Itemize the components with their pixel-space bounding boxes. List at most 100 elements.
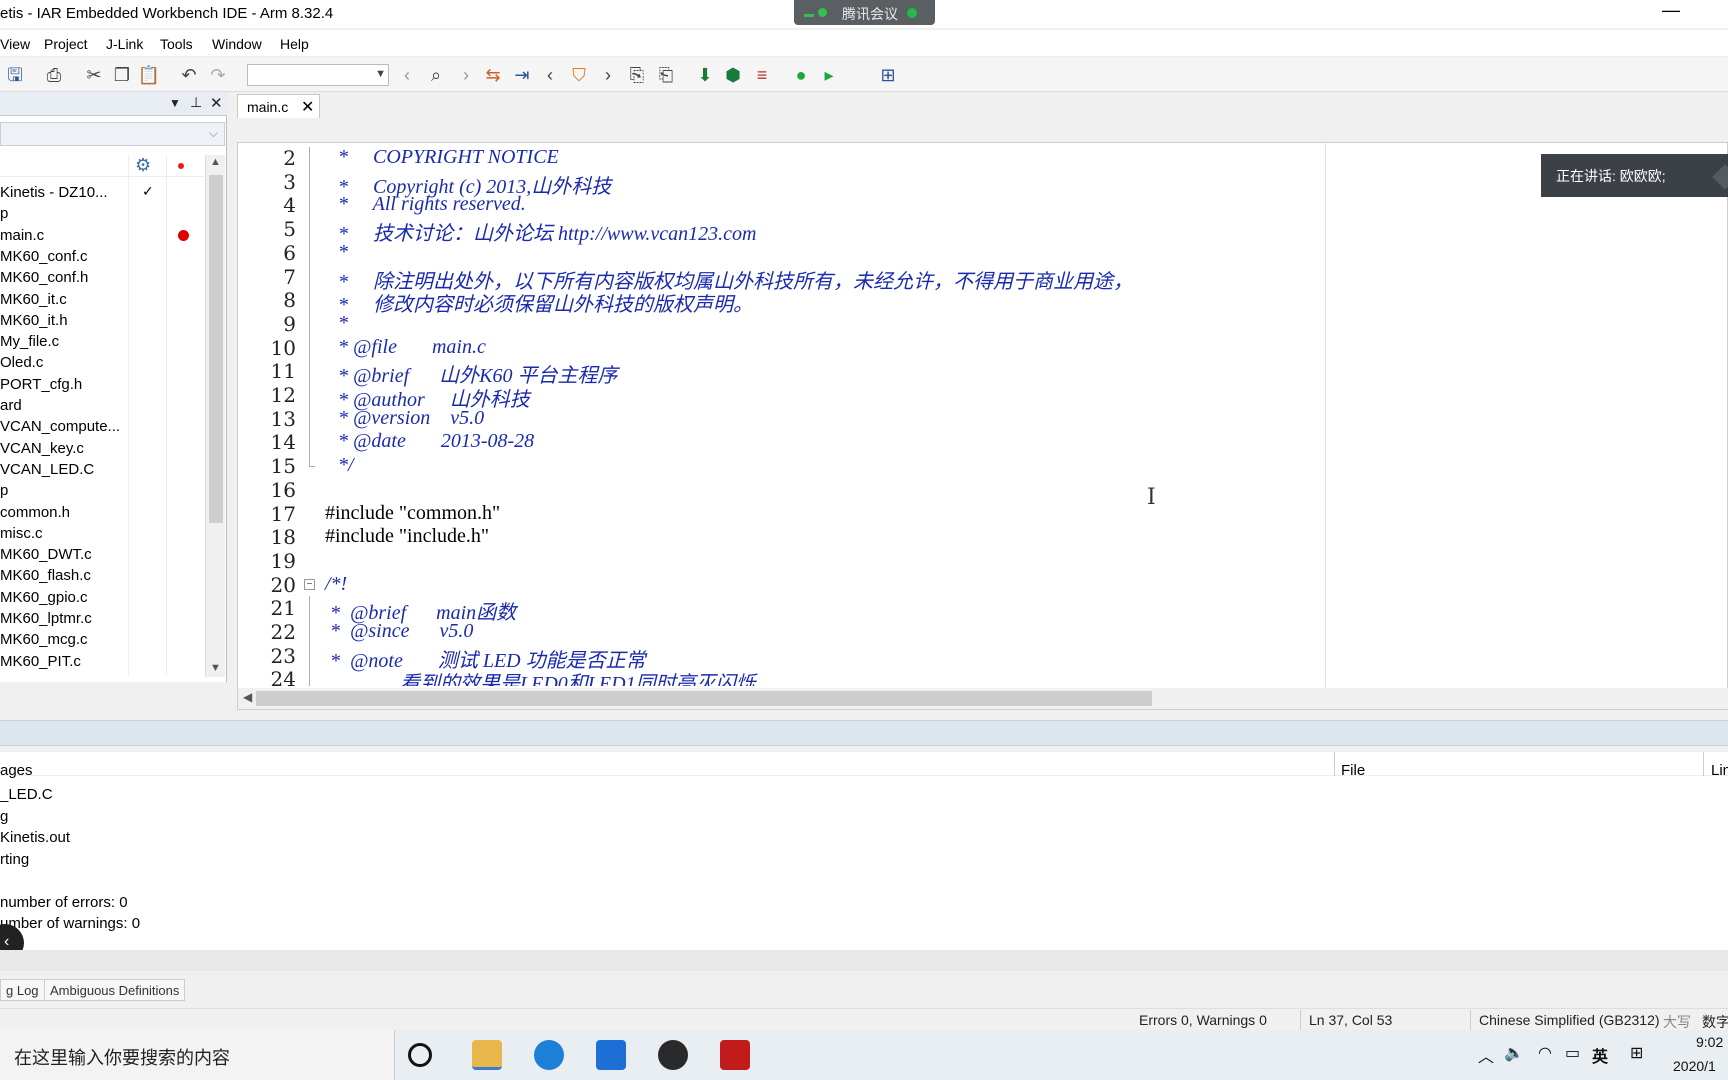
bottom-tabstrip	[0, 978, 1728, 1004]
find-icon[interactable]: ⌕	[424, 63, 448, 87]
tab-build-log[interactable]: g Log	[0, 979, 45, 1001]
configuration-select[interactable]: ⌵	[0, 122, 225, 146]
status-dot-icon	[818, 8, 827, 17]
message-row[interactable]: number of errors: 0	[0, 894, 128, 911]
layout-icon[interactable]: ⊞	[876, 63, 900, 87]
clock-date[interactable]: 2020/1	[1673, 1058, 1716, 1074]
messages-scrollbar[interactable]	[0, 950, 1728, 971]
code-line: * @file main.c	[338, 335, 486, 358]
panel-menu-icon[interactable]: ▼	[169, 96, 181, 110]
menu-project[interactable]: Project	[44, 36, 88, 52]
menu-jlink[interactable]: J-Link	[106, 36, 143, 52]
line-column-header[interactable]: Lin	[1711, 762, 1728, 779]
battery-icon[interactable]: ▭	[1565, 1043, 1580, 1063]
print-icon[interactable]: ⎙	[42, 63, 66, 87]
workspace-header: ▼ ⊥ ✕	[0, 92, 227, 116]
status-errors: Errors 0, Warnings 0	[1139, 1012, 1267, 1028]
speaking-label: 正在讲话: 欧欧欧;	[1556, 168, 1666, 184]
message-row[interactable]: Kinetis.out	[0, 829, 70, 846]
ime-mode-icon[interactable]: ⊞	[1630, 1043, 1643, 1063]
menu-help[interactable]: Help	[280, 36, 309, 52]
editor-horizontal-scrollbar[interactable]: ◀	[238, 688, 1728, 709]
tray-chevron-icon[interactable]: ︿	[1478, 1043, 1494, 1067]
message-row[interactable]: _LED.C	[0, 786, 53, 803]
code-line: * 修改内容时必须保留山外科技的版权声明。	[338, 294, 753, 317]
tab-main-c[interactable]: main.c ✕	[237, 94, 320, 118]
undo-icon[interactable]: ↶	[177, 63, 201, 87]
find-combo[interactable]: ▼	[247, 64, 389, 86]
message-row[interactable]: g	[0, 808, 8, 825]
breakpoint-list-icon[interactable]: ≡	[750, 63, 774, 87]
messages-header: ages File Lin	[0, 752, 1728, 779]
file-explorer-icon[interactable]	[472, 1040, 502, 1070]
menu-tools[interactable]: Tools	[160, 36, 193, 52]
paste-icon[interactable]: 📋	[137, 63, 161, 87]
cut-icon[interactable]: ✂	[82, 63, 106, 87]
iar-app-icon[interactable]	[658, 1040, 688, 1070]
tab-label: main.c	[247, 99, 289, 115]
meeting-label: 腾讯会议	[842, 6, 898, 22]
redo-icon[interactable]: ↷	[206, 63, 230, 87]
bookmark-icon[interactable]: ⛉	[567, 63, 591, 87]
clock-time[interactable]: 9:02	[1696, 1034, 1723, 1050]
code-line: * @since v5.0	[325, 620, 474, 642]
make-icon[interactable]: ⎗	[654, 63, 678, 87]
debug-download-icon[interactable]: ⬢	[721, 63, 745, 87]
code-line: #include "include.h"	[325, 525, 490, 548]
status-position: Ln 37, Col 53	[1309, 1012, 1393, 1028]
code-line: *	[338, 240, 348, 263]
close-icon[interactable]: ✕	[210, 94, 223, 112]
minimize-button[interactable]: —	[1662, 0, 1680, 21]
speaking-notification: 正在讲话: 欧欧欧;	[1541, 154, 1728, 197]
meeting-indicator[interactable]: 腾讯会议	[794, 0, 935, 25]
save-all-icon[interactable]: 🖫	[3, 63, 27, 87]
text-cursor-icon: I	[1147, 485, 1156, 510]
debug-without-download-icon[interactable]: ▸	[817, 63, 841, 87]
signal-icon	[804, 8, 814, 17]
toggle-bookmark-icon[interactable]: ⇆	[481, 63, 505, 87]
code-line: * @version v5.0	[338, 406, 485, 429]
file-column-header[interactable]: File	[1341, 762, 1365, 779]
edge-browser-icon[interactable]	[534, 1040, 564, 1070]
messages-column-header[interactable]: ages	[0, 762, 33, 779]
forward-icon[interactable]: ›	[454, 63, 478, 87]
taskbar-search[interactable]: 在这里输入你要搜索的内容	[0, 1030, 395, 1080]
scroll-thumb[interactable]	[256, 691, 1152, 706]
task-view-icon[interactable]	[408, 1043, 432, 1067]
volume-icon[interactable]: 🔈	[1504, 1043, 1524, 1063]
wifi-icon[interactable]: ◠	[1538, 1043, 1552, 1063]
pdf-reader-icon[interactable]	[720, 1040, 750, 1070]
photos-app-icon[interactable]	[596, 1040, 626, 1070]
chevron-down-icon: ⌵	[208, 126, 218, 140]
code-line: * 技术讨论：山外论坛 http://www.vcan123.com	[338, 223, 757, 246]
compile-icon[interactable]: ⎘	[625, 63, 649, 87]
pin-icon[interactable]: ⊥	[190, 94, 202, 111]
message-row[interactable]: umber of warnings: 0	[0, 915, 140, 932]
search-placeholder: 在这里输入你要搜索的内容	[14, 1048, 230, 1068]
copy-icon[interactable]: ❐	[110, 63, 134, 87]
collapse-icon[interactable]	[1712, 164, 1728, 190]
menu-window[interactable]: Window	[212, 36, 262, 52]
ime-indicator[interactable]: 英	[1592, 1043, 1608, 1067]
window-title: etis - IAR Embedded Workbench IDE - Arm …	[0, 5, 334, 22]
editor-tabstrip	[237, 94, 1728, 120]
prev-bookmark-icon[interactable]: ‹	[538, 63, 562, 87]
code-line: *	[338, 311, 348, 334]
build-messages-panel	[0, 752, 1728, 950]
chevron-left-icon: ‹	[4, 933, 10, 950]
code-line: #include "common.h"	[325, 501, 501, 524]
debug-run-icon[interactable]: ●	[789, 63, 813, 87]
indent-icon[interactable]: ⇥	[510, 63, 534, 87]
code-line: * @date 2013-08-28	[338, 430, 535, 453]
panel-splitter[interactable]	[0, 720, 1728, 746]
status-num: 数字	[1702, 1014, 1728, 1030]
back-icon[interactable]: ‹	[395, 63, 419, 87]
next-bookmark-icon[interactable]: ›	[596, 63, 620, 87]
menu-bar: View Project J-Link Tools Window Help	[0, 30, 1728, 56]
tab-ambiguous-definitions[interactable]: Ambiguous Definitions	[44, 979, 186, 1001]
download-icon[interactable]: ⬇	[693, 63, 717, 87]
menu-view[interactable]: View	[0, 36, 30, 52]
close-tab-icon[interactable]: ✕	[301, 97, 314, 117]
scroll-left-icon[interactable]: ◀	[243, 690, 252, 704]
message-row[interactable]: rting	[0, 851, 29, 868]
